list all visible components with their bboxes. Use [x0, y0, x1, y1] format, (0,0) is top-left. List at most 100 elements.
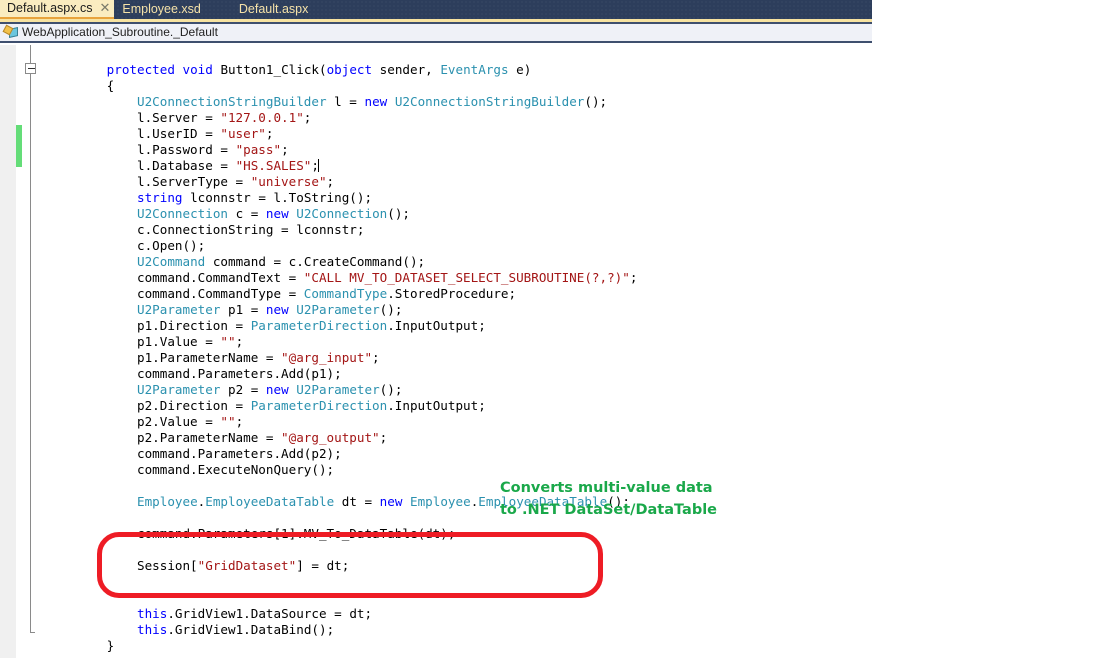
- code-token: new: [265, 382, 289, 397]
- code-token: this: [137, 606, 168, 621]
- code-token: p2.ParameterName =: [46, 430, 282, 445]
- code-line: this.GridView1.DataBind();: [0, 622, 872, 638]
- code-line: l.ServerType = "universe";: [0, 174, 872, 190]
- code-token: command.Parameters.Add(p1);: [46, 366, 342, 381]
- code-line: p2.Value = "";: [0, 414, 872, 430]
- code-token: l.Password =: [46, 142, 236, 157]
- code-token: new: [265, 206, 289, 221]
- code-token: l.Server =: [46, 110, 221, 125]
- code-token: "": [220, 414, 236, 429]
- code-token: e): [508, 62, 532, 77]
- tab-default-aspx-cs[interactable]: Default.aspx.cs ✕: [0, 0, 115, 19]
- code-token: l.Database =: [46, 158, 236, 173]
- code-line: protected void Button1_Click(object send…: [0, 62, 872, 78]
- code-token: p1.Direction =: [46, 318, 251, 333]
- code-token: ();: [379, 302, 403, 317]
- tab-spacer: [209, 0, 231, 19]
- code-token: c.ConnectionString = lconnstr;: [46, 222, 365, 237]
- code-token: .GridView1.DataBind();: [167, 622, 335, 637]
- callout-text: Converts multi-value data to .NET DataSe…: [500, 480, 717, 518]
- code-line: }: [0, 638, 872, 654]
- code-line: this.GridView1.DataSource = dt;: [0, 606, 872, 622]
- code-token: }: [46, 638, 115, 653]
- code-token: string: [137, 190, 183, 205]
- code-token: U2Parameter: [296, 302, 380, 317]
- code-token: ] = dt;: [296, 558, 350, 573]
- code-token: void: [182, 62, 213, 77]
- code-token: U2ConnectionStringBuilder: [137, 94, 327, 109]
- code-token: ParameterDirection: [250, 398, 388, 413]
- code-token: command.Parameters.Add(p2);: [46, 446, 342, 461]
- code-token: U2Parameter: [137, 302, 221, 317]
- code-token: EmployeeDataTable: [205, 494, 335, 509]
- code-line: U2Connection c = new U2Connection();: [0, 206, 872, 222]
- code-token: ;: [379, 430, 388, 445]
- code-token: "pass": [235, 142, 282, 157]
- code-line: {: [0, 78, 872, 94]
- code-token: U2Command: [137, 254, 206, 269]
- code-token: Employee: [137, 494, 198, 509]
- code-token: {: [46, 78, 115, 93]
- code-token: dt =: [334, 494, 380, 509]
- code-token: ;: [265, 126, 274, 141]
- code-token: U2Parameter: [296, 382, 380, 397]
- code-token: lconnstr = l.ToString();: [182, 190, 373, 205]
- code-token: command.Parameters[1].MV_To_DataTable(dt…: [46, 526, 456, 541]
- code-token: new: [364, 94, 388, 109]
- code-line: c.Open();: [0, 238, 872, 254]
- code-editor[interactable]: protected void Button1_Click(object send…: [0, 45, 872, 658]
- code-token: Button1_Click(: [212, 62, 327, 77]
- tab-default-aspx[interactable]: Default.aspx: [232, 0, 316, 19]
- code-token: p2.Value =: [46, 414, 221, 429]
- code-token: p2.Direction =: [46, 398, 251, 413]
- code-token: this: [137, 622, 168, 637]
- code-token: ;: [281, 142, 289, 157]
- code-token: Employee: [410, 494, 471, 509]
- code-line: command.Parameters.Add(p1);: [0, 366, 872, 382]
- code-token: p1.Value =: [46, 334, 221, 349]
- code-line: l.Database = "HS.SALES";: [0, 158, 872, 174]
- code-token: "CALL MV_TO_DATASET_SELECT_SUBROUTINE(?,…: [303, 270, 630, 285]
- code-line: command.CommandText = "CALL MV_TO_DATASE…: [0, 270, 872, 286]
- code-line: command.Parameters[1].MV_To_DataTable(dt…: [0, 526, 872, 542]
- code-line: U2Command command = c.CreateCommand();: [0, 254, 872, 270]
- code-token: "@arg_output": [281, 430, 380, 445]
- code-token: command = c.CreateCommand();: [205, 254, 426, 269]
- code-token: c.Open();: [46, 238, 206, 253]
- code-token: p2 =: [220, 382, 266, 397]
- code-line: command.Parameters.Add(p2);: [0, 446, 872, 462]
- breadcrumb[interactable]: WebApplication_Subroutine._Default: [0, 24, 872, 43]
- code-token: .InputOutput;: [387, 398, 486, 413]
- code-line: command.CommandType = CommandType.Stored…: [0, 286, 872, 302]
- code-token: ParameterDirection: [250, 318, 388, 333]
- code-token: .GridView1.DataSource = dt;: [167, 606, 373, 621]
- code-token: l.UserID =: [46, 126, 221, 141]
- code-token: "HS.SALES": [235, 158, 312, 173]
- code-token: sender,: [372, 62, 441, 77]
- code-token: CommandType: [303, 286, 388, 301]
- code-text[interactable]: protected void Button1_Click(object send…: [0, 45, 872, 654]
- code-line: l.UserID = "user";: [0, 126, 872, 142]
- document-tab-bar: Default.aspx.cs ✕ Employee.xsd Default.a…: [0, 0, 872, 19]
- code-line: p1.Direction = ParameterDirection.InputO…: [0, 318, 872, 334]
- editor-window: Default.aspx.cs ✕ Employee.xsd Default.a…: [0, 0, 1093, 658]
- ui-shell: Default.aspx.cs ✕ Employee.xsd Default.a…: [0, 0, 872, 658]
- tab-employee-xsd[interactable]: Employee.xsd: [115, 0, 209, 19]
- code-line: Session["GridDataset"] = dt;: [0, 558, 872, 574]
- code-token: ;: [629, 270, 638, 285]
- close-icon[interactable]: ✕: [99, 2, 110, 15]
- code-line: p1.Value = "";: [0, 334, 872, 350]
- code-token: .InputOutput;: [387, 318, 486, 333]
- tab-label: Employee.xsd: [122, 2, 201, 16]
